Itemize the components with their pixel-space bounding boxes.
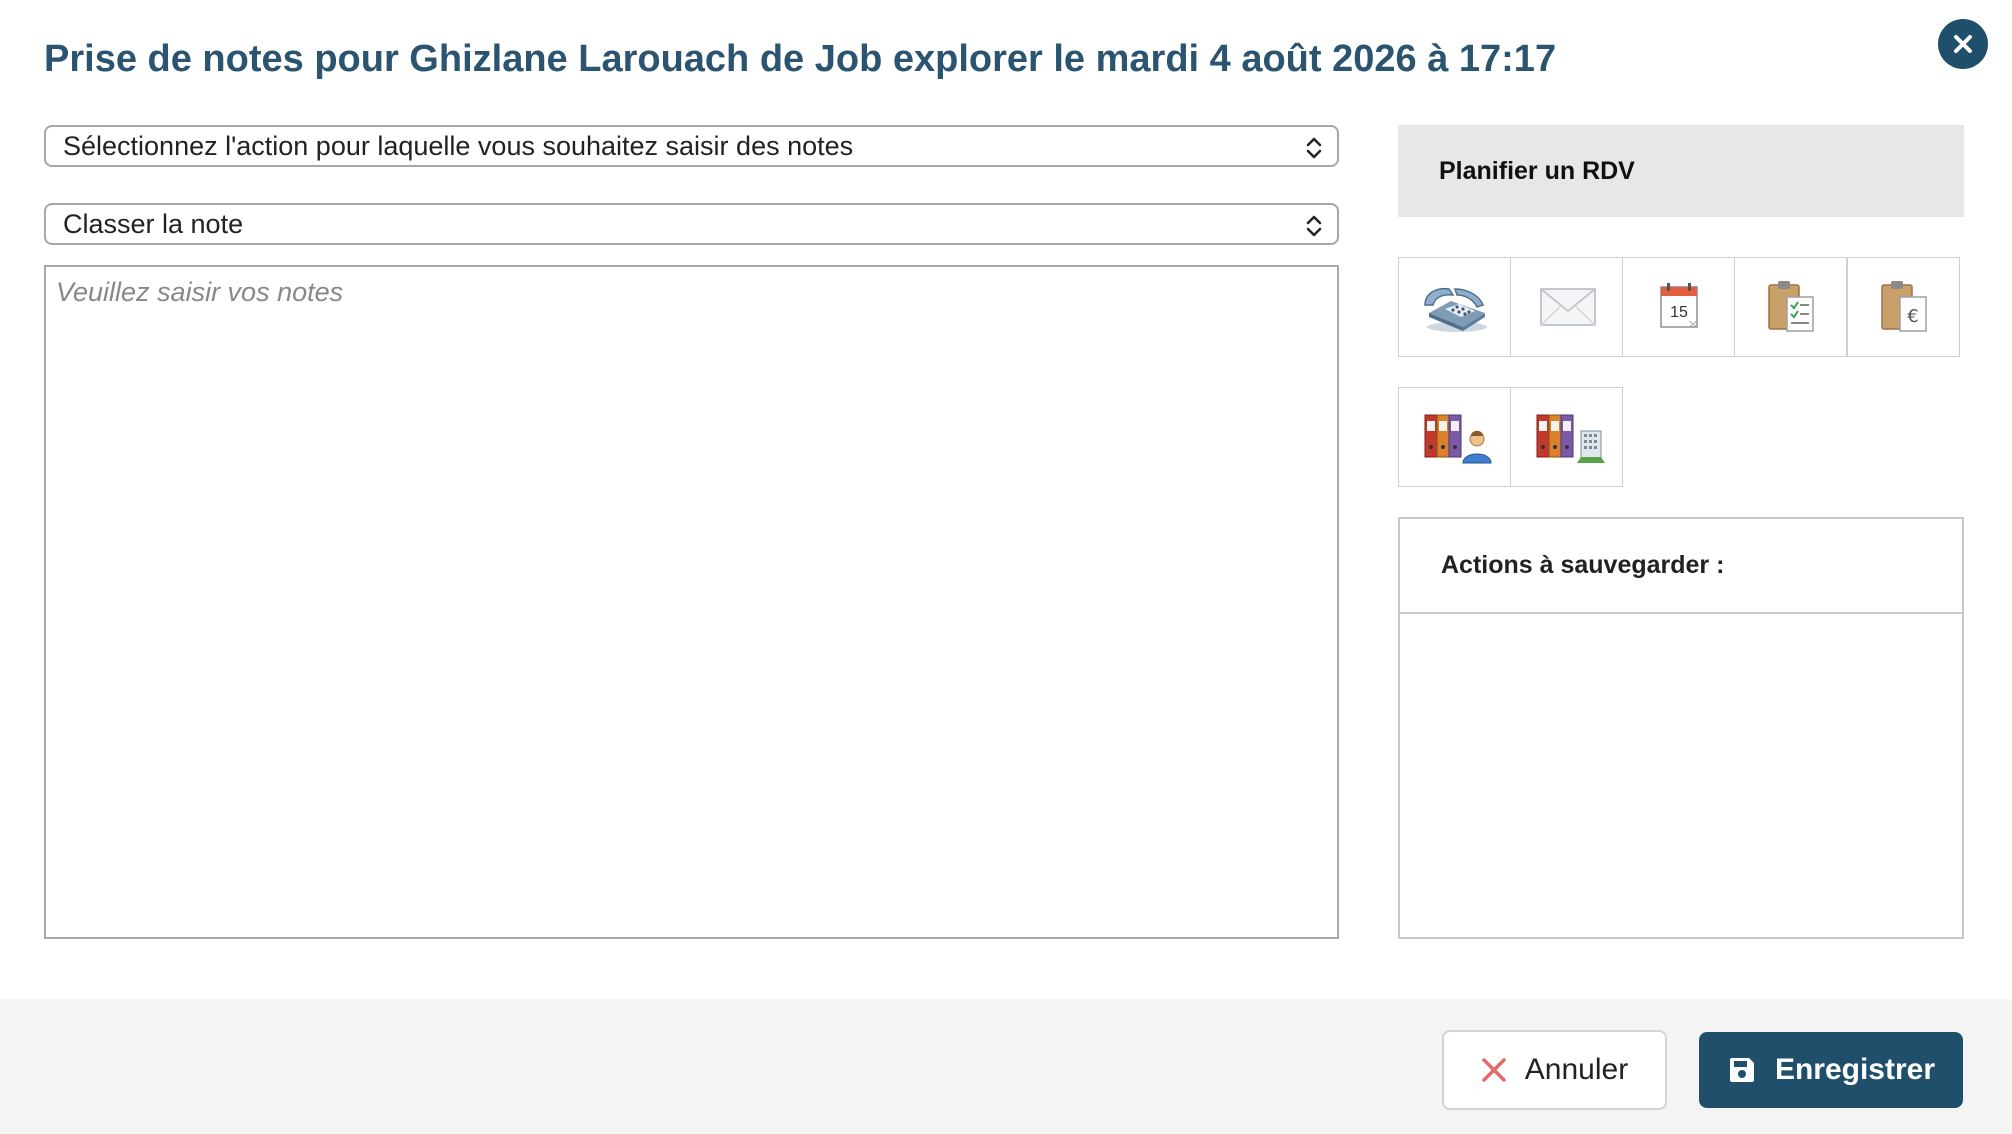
classify-note-select[interactable]: Classer la note: [44, 203, 1339, 245]
floppy-disk-icon: [1729, 1058, 1754, 1082]
calendar-day-number: 15: [1670, 304, 1688, 321]
company-file-button[interactable]: [1510, 387, 1623, 487]
note-dialog: Prise de notes pour Ghizlane Larouach de…: [0, 0, 2012, 1134]
cancel-label: Annuler: [1524, 1053, 1629, 1086]
classify-select-value: Classer la note: [63, 208, 244, 239]
email-button[interactable]: [1510, 257, 1623, 357]
telephone-icon: [1423, 287, 1487, 332]
actions-to-save-title: Actions à sauvegarder :: [1441, 551, 1725, 579]
dialog-title: Prise de notes pour Ghizlane Larouach de…: [44, 38, 1557, 80]
phone-call-button[interactable]: [1398, 257, 1511, 357]
binders-building-icon: [1536, 414, 1605, 463]
calendar-button[interactable]: 15: [1622, 257, 1735, 357]
save-button[interactable]: Enregistrer: [1699, 1032, 1963, 1108]
clipboard-checklist-icon: [1767, 281, 1814, 332]
close-icon: [1482, 1058, 1506, 1082]
save-label: Enregistrer: [1774, 1053, 1936, 1086]
close-icon: [1954, 35, 1972, 53]
plan-appointment-label: Planifier un RDV: [1439, 156, 1635, 185]
actions-to-save-header: Actions à sauvegarder :: [1400, 519, 1962, 614]
billing-button[interactable]: €: [1847, 257, 1960, 357]
cancel-button[interactable]: Annuler: [1442, 1030, 1667, 1110]
binders-person-icon: [1424, 414, 1492, 464]
calendar-icon: 15: [1659, 283, 1698, 328]
actions-to-save-panel: Actions à sauvegarder :: [1398, 517, 1964, 939]
person-file-button[interactable]: [1398, 387, 1511, 487]
chevron-up-down-icon: [1306, 215, 1322, 237]
close-button[interactable]: [1938, 19, 1988, 69]
action-select-value: Sélectionnez l'action pour laquelle vous…: [63, 130, 854, 161]
plan-appointment-header: Planifier un RDV: [1398, 125, 1964, 217]
clipboard-euro-icon: €: [1880, 281, 1927, 332]
notes-textarea[interactable]: [44, 265, 1339, 939]
task-checklist-button[interactable]: [1734, 257, 1847, 357]
chevron-up-down-icon: [1306, 137, 1322, 159]
svg-text:€: €: [1907, 306, 1918, 327]
envelope-icon: [1539, 288, 1596, 326]
action-select[interactable]: Sélectionnez l'action pour laquelle vous…: [44, 125, 1339, 167]
